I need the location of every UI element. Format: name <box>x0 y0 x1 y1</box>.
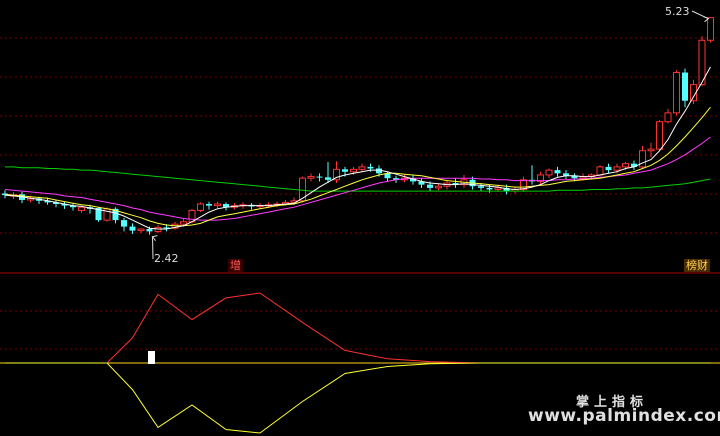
candle-77 <box>656 120 663 151</box>
candle-37 <box>316 173 323 182</box>
candle-body <box>307 176 315 179</box>
candle-body <box>707 17 714 41</box>
candle-body <box>367 166 374 169</box>
candle-body <box>121 220 127 227</box>
low-price-label: 2.42 <box>154 252 179 265</box>
candle-body <box>605 166 612 171</box>
candle-14 <box>121 217 127 232</box>
annotation-arrows <box>151 10 710 260</box>
candle-71 <box>605 163 612 174</box>
low-pointer <box>152 236 154 260</box>
candle-body <box>478 186 484 188</box>
candle-7 <box>61 201 68 209</box>
candle-body <box>427 184 433 188</box>
moving-average-lines <box>4 66 711 230</box>
candle-body <box>180 221 187 225</box>
candle-75 <box>639 145 646 169</box>
ma10-line <box>4 106 711 227</box>
candle-53 <box>452 178 459 188</box>
candle-16 <box>137 228 145 234</box>
candle-body <box>78 206 85 211</box>
candle-74 <box>631 160 637 171</box>
candle-54 <box>460 174 468 188</box>
candle-79 <box>673 70 680 116</box>
candle-80 <box>682 68 688 108</box>
candle-body <box>554 170 561 174</box>
candle-15 <box>129 223 136 234</box>
candle-body <box>214 203 221 207</box>
ma60-line <box>5 166 711 192</box>
candle-body <box>682 72 688 101</box>
candle-body <box>342 169 348 172</box>
candle-23 <box>197 202 204 213</box>
candle-body <box>137 228 145 232</box>
candle-body <box>622 163 629 168</box>
candle-29 <box>248 203 255 210</box>
watermark-url: www.palmindex.com <box>528 406 720 426</box>
candle-6 <box>53 199 59 208</box>
candle-body <box>613 166 621 171</box>
candle-25 <box>214 201 221 209</box>
indicator-upper-line <box>5 292 711 364</box>
candle-61 <box>520 176 527 192</box>
candle-66 <box>563 170 569 179</box>
candle-body <box>197 203 204 211</box>
chart-canvas <box>0 10 720 434</box>
candle-body <box>656 121 663 150</box>
candle-83 <box>707 17 714 43</box>
indicator-marker <box>148 351 155 364</box>
candle-26 <box>223 202 229 211</box>
candle-body <box>647 148 655 152</box>
candle-42 <box>358 163 366 172</box>
candle-body <box>664 112 672 123</box>
candle-76 <box>647 142 655 158</box>
candle-64 <box>545 168 553 179</box>
event-tag-right[interactable]: 榜财 <box>684 259 710 272</box>
candle-49 <box>418 178 425 188</box>
event-tag-left[interactable]: 增 <box>228 259 243 272</box>
candle-24 <box>206 201 212 210</box>
candle-62 <box>529 165 535 185</box>
candle-body <box>673 72 680 114</box>
ma20-line <box>4 136 711 221</box>
candle-body <box>146 228 153 232</box>
candle-body <box>639 150 646 168</box>
candle-body <box>358 166 366 170</box>
candle-36 <box>307 173 315 182</box>
high-price-label: 5.23 <box>665 5 690 18</box>
candle-body <box>129 226 136 231</box>
candle-8 <box>70 203 76 211</box>
candle-38 <box>325 162 331 184</box>
candle-body <box>206 203 212 206</box>
grid-lines <box>0 37 720 350</box>
candle-body <box>545 169 553 176</box>
candle-body <box>435 185 442 189</box>
candlestick-series <box>2 17 714 235</box>
ma5-line <box>4 66 711 230</box>
candle-body <box>596 166 604 176</box>
low-pointer-head <box>151 235 158 241</box>
candle-65 <box>554 166 561 177</box>
candle-body <box>486 187 493 190</box>
candle-body <box>494 187 502 190</box>
candle-body <box>350 168 357 173</box>
candle-body <box>316 176 323 178</box>
candle-63 <box>537 171 544 185</box>
candle-body <box>325 177 331 180</box>
candle-39 <box>333 161 340 184</box>
candle-78 <box>664 108 672 124</box>
